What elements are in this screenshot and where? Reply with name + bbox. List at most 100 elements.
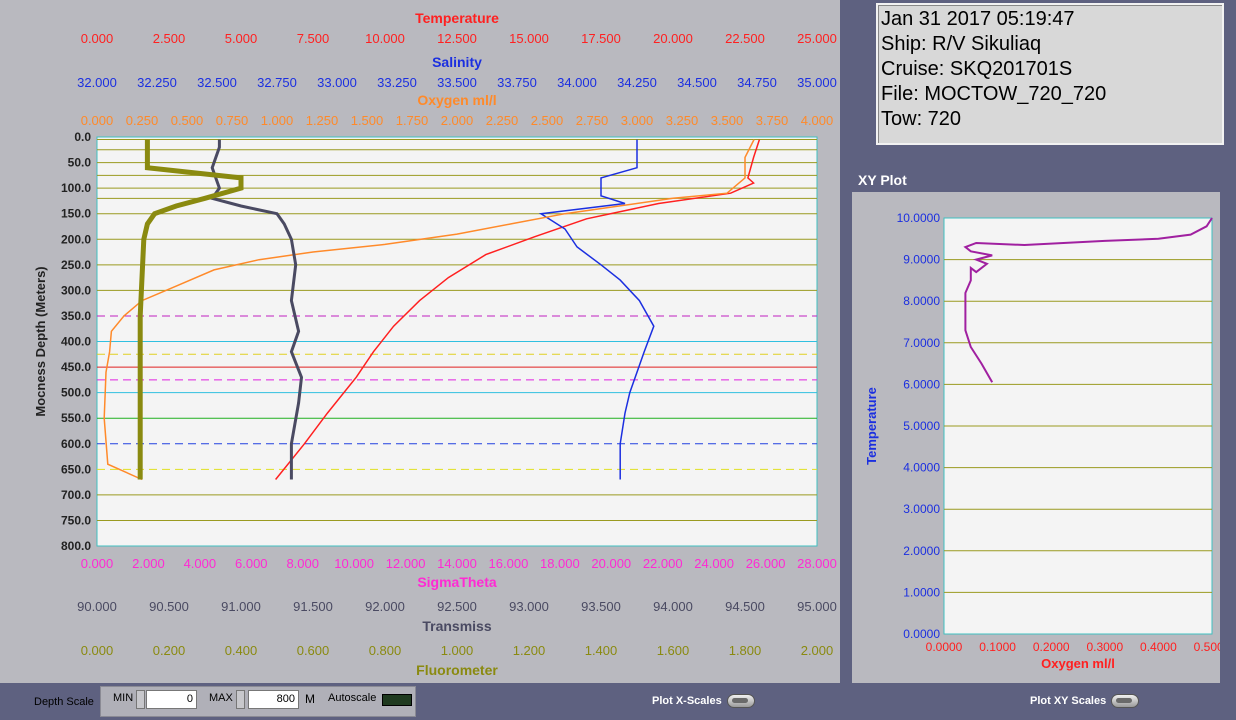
bottom-axis-tick: 6.000 [235, 556, 268, 571]
info-tow: Tow: 720 [881, 108, 962, 130]
bottom-axis-tick: 1.000 [441, 643, 474, 658]
y-tick-label: 700.0 [61, 488, 91, 502]
min-depth-input[interactable]: 0 [146, 690, 197, 709]
bottom-axis-tick: 1.800 [729, 643, 762, 658]
top-axis-tick: 33.500 [437, 75, 477, 90]
top-axis-tick: 34.000 [557, 75, 597, 90]
xy-y-tick: 6.0000 [903, 377, 940, 391]
depth-profile-chart: 0.0 50.0 100.0 150.0 200.0 250.0 300.0 350.0 400… [33, 10, 837, 678]
top-axis-tick: 15.000 [509, 31, 549, 46]
top-axis-tick: 3.750 [756, 113, 789, 128]
y-tick-label: 100.0 [61, 181, 91, 195]
y-tick-label: 500.0 [61, 386, 91, 400]
bottom-axis-tick: 24.000 [694, 556, 734, 571]
max-spinner[interactable] [236, 690, 245, 709]
top-axis-tick: 20.000 [653, 31, 693, 46]
bottom-axis-title: Transmiss [422, 618, 491, 634]
top-axis-tick: 34.750 [737, 75, 777, 90]
bottom-axis-tick: 0.000 [81, 643, 114, 658]
xy-y-axis-title: Temperature [864, 387, 879, 465]
xy-y-tick: 0.0000 [903, 627, 940, 641]
y-tick-label: 350.0 [61, 309, 91, 323]
top-axis-tick: 7.500 [297, 31, 330, 46]
y-tick-label: 450.0 [61, 360, 91, 374]
top-axis-tick: 1.750 [396, 113, 429, 128]
xy-x-axis-title: Oxygen ml/l [1041, 656, 1115, 671]
bottom-axis-tick: 94.500 [725, 599, 765, 614]
top-axis-tick: 1.000 [261, 113, 294, 128]
top-axis-tick: 4.000 [801, 113, 834, 128]
xy-y-tick: 3.0000 [903, 502, 940, 516]
bottom-axis-tick: 16.000 [489, 556, 529, 571]
top-axis-tick: 33.000 [317, 75, 357, 90]
top-axis-tick: 32.000 [77, 75, 117, 90]
top-axis-tick: 34.500 [677, 75, 717, 90]
bottom-axis-tick: 26.000 [746, 556, 786, 571]
top-axis-tick: 0.000 [81, 31, 114, 46]
top-axis-tick: 2.750 [576, 113, 609, 128]
top-axis-tick: 17.500 [581, 31, 621, 46]
xy-plot-chart: 0.0000 1.0000 2.0000 3.0000 4.0000 5.0000 6.00… [864, 211, 1220, 671]
bottom-axis-tick: 10.000 [334, 556, 374, 571]
bottom-axis-tick: 94.000 [653, 599, 693, 614]
y-tick-label: 550.0 [61, 411, 91, 425]
xy-y-tick: 7.0000 [903, 336, 940, 350]
bottom-axis-tick: 4.000 [184, 556, 217, 571]
top-axis-title: Salinity [432, 54, 482, 70]
top-axis-tick: 1.500 [351, 113, 384, 128]
xy-plot-title: XY Plot [858, 172, 907, 188]
bottom-axis-tick: 8.000 [286, 556, 319, 571]
xy-x-tick: 0.5000 [1194, 640, 1220, 654]
bottom-axis-tick: 93.500 [581, 599, 621, 614]
bottom-axis-tick: 22.000 [643, 556, 683, 571]
top-axis-tick: 3.000 [621, 113, 654, 128]
y-tick-label: 200.0 [61, 232, 91, 246]
max-depth-input[interactable]: 800 [248, 690, 299, 709]
min-label: MIN [113, 692, 134, 704]
top-axis-title: Temperature [415, 10, 499, 26]
xy-x-tick: 0.3000 [1086, 640, 1123, 654]
plot-x-scales-toggle[interactable] [727, 694, 755, 708]
top-axis-tick: 33.250 [377, 75, 417, 90]
y-tick-label: 150.0 [61, 207, 91, 221]
y-tick-label: 750.0 [61, 513, 91, 527]
min-spinner[interactable] [136, 690, 145, 709]
bottom-axis-tick: 95.000 [797, 599, 837, 614]
xy-x-tick: 0.2000 [1033, 640, 1070, 654]
y-tick-label: 250.0 [61, 258, 91, 272]
xy-x-tick: 0.0000 [926, 640, 963, 654]
bottom-axis-tick: 14.000 [437, 556, 477, 571]
bottom-axis-tick: 90.000 [77, 599, 117, 614]
bottom-axis-title: Fluorometer [416, 662, 498, 678]
bottom-axis-tick: 2.000 [132, 556, 165, 571]
info-datetime: Jan 31 2017 05:19:47 [881, 8, 1075, 30]
bottom-axis-title: SigmaTheta [417, 574, 497, 590]
top-axis-tick: 22.500 [725, 31, 765, 46]
plot-xy-scales-toggle[interactable] [1111, 694, 1139, 708]
xy-x-tick: 0.4000 [1140, 640, 1177, 654]
y-tick-label: 0.0 [74, 130, 91, 144]
info-ship: Ship: R/V Sikuliaq [881, 33, 1042, 55]
bottom-axis-tick: 1.400 [585, 643, 618, 658]
bottom-axis-tick: 0.800 [369, 643, 402, 658]
y-tick-label: 650.0 [61, 462, 91, 476]
bottom-axis-tick: 91.500 [293, 599, 333, 614]
top-axis-tick: 10.000 [365, 31, 405, 46]
info-cruise: Cruise: SKQ201701S [881, 58, 1073, 80]
bottom-axis-tick: 18.000 [540, 556, 580, 571]
xy-y-tick: 1.0000 [903, 585, 940, 599]
xy-y-tick: 5.0000 [903, 419, 940, 433]
top-axis-tick: 12.500 [437, 31, 477, 46]
autoscale-label: Autoscale [328, 692, 377, 704]
bottom-axis-tick: 1.600 [657, 643, 690, 658]
top-axis-tick: 2.500 [531, 113, 564, 128]
tow-info-box: Jan 31 2017 05:19:47 Ship: R/V Sikuliaq … [876, 3, 1224, 145]
bottom-axis-tick: 12.000 [386, 556, 426, 571]
top-axis-tick: 2.500 [153, 31, 186, 46]
bottom-axis-tick: 90.500 [149, 599, 189, 614]
xy-plot-panel: 0.0000 1.0000 2.0000 3.0000 4.0000 5.0000 6.00… [852, 192, 1220, 684]
plot-xy-scales-label: Plot XY Scales [1030, 695, 1107, 707]
bottom-axis-tick: 2.000 [801, 643, 834, 658]
top-axis-tick: 32.750 [257, 75, 297, 90]
autoscale-indicator[interactable] [382, 694, 412, 706]
